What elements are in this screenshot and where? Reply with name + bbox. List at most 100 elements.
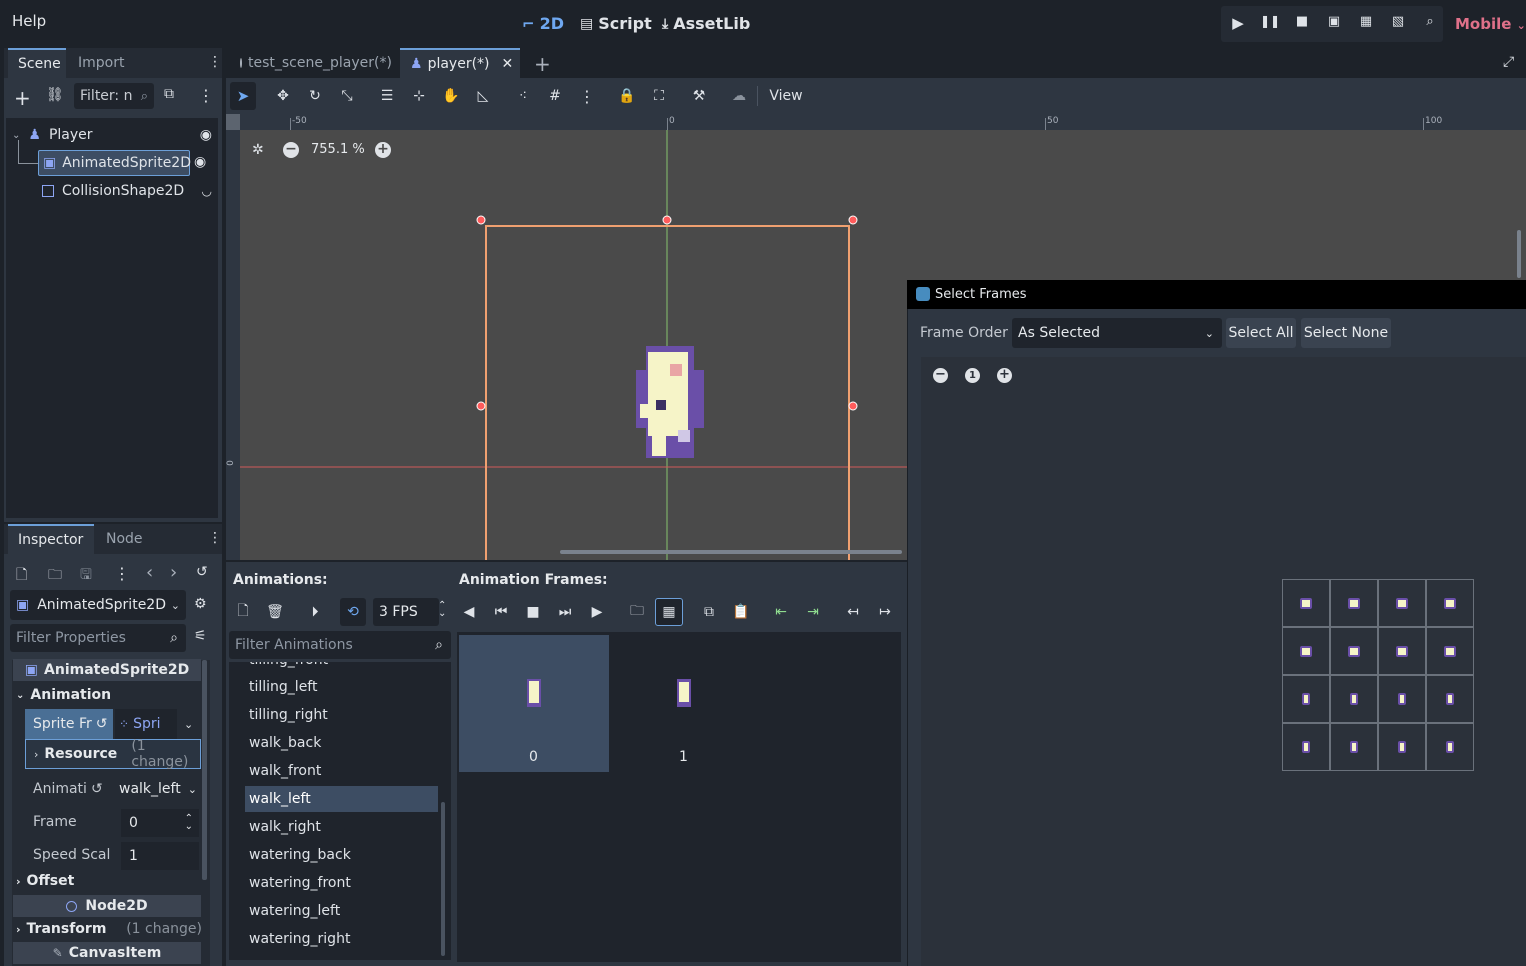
pause-icon[interactable]: ❚❚ (1260, 14, 1280, 28)
spritesheet-frame-cell[interactable] (1426, 627, 1474, 675)
visibility-hidden-icon[interactable]: ◡ (202, 184, 212, 198)
workspace-2d-button[interactable]: ⌐ 2D (522, 14, 564, 33)
spritesheet-frame-cell[interactable] (1282, 675, 1330, 723)
group-icon[interactable]: ⛶ (650, 82, 668, 110)
spritesheet-frame-cell[interactable] (1282, 627, 1330, 675)
help-menu[interactable]: Help (12, 12, 46, 30)
add-animation-icon[interactable]: 🗋 (234, 598, 252, 626)
save-icon[interactable]: 🖫 (80, 564, 92, 588)
section-animation[interactable]: ⌄ Animation (16, 684, 204, 706)
animation-list-scrollbar[interactable] (441, 802, 445, 956)
instance-scene-icon[interactable]: ⧉ (164, 86, 174, 102)
skeleton-bone-icon[interactable]: ⚒ (690, 82, 708, 110)
spin-arrows-icon[interactable]: ⌃ ⌄ (185, 814, 193, 832)
smart-snap-icon[interactable]: ⁖ (514, 82, 532, 110)
list-select-icon[interactable]: ☰ (378, 82, 396, 110)
tab-import[interactable]: Import (68, 48, 134, 78)
loop-toggle[interactable]: ⟲ (340, 598, 366, 626)
tab-player[interactable]: ♟ player(*) ✕ (400, 48, 520, 78)
snap-options-icon[interactable]: ⋮ (578, 82, 596, 110)
dock-menu-icon[interactable]: ⋮ (208, 54, 222, 70)
vertical-scrollbar[interactable] (1517, 230, 1521, 278)
stop-icon[interactable]: ■ (524, 598, 542, 626)
animation-item[interactable]: walk_left (245, 786, 438, 812)
spritesheet-frame-cell[interactable] (1378, 723, 1426, 771)
play-from-start-icon[interactable]: ⏭ (556, 598, 574, 626)
visibility-eye-icon[interactable]: ◉ (194, 154, 206, 170)
pivot-mode-icon[interactable]: ⊹ (410, 82, 428, 110)
open-folder-icon[interactable]: 🗀 (48, 564, 62, 588)
play-custom-scene-icon[interactable]: ▧ (1389, 14, 1407, 29)
rotate-mode-icon[interactable]: ↻ (306, 82, 324, 110)
play-backwards-icon[interactable]: ◀ (460, 598, 478, 626)
resource-subsection[interactable]: › Resource (1 change) (25, 738, 201, 770)
select-mode-button[interactable]: ➤ (230, 82, 256, 110)
spritesheet-frame-cell[interactable] (1330, 675, 1378, 723)
tree-item-collisionshape2d[interactable]: CollisionShape2D ◡ (38, 178, 218, 204)
copy-frame-icon[interactable]: ⧉ (700, 598, 718, 626)
select-none-button[interactable]: Select None (1301, 318, 1391, 348)
play-icon[interactable]: ▶ (588, 598, 606, 626)
chevron-down-icon[interactable]: ⌄ (184, 718, 193, 731)
frame-item[interactable]: 1 (609, 635, 759, 772)
spritesheet-frame-cell[interactable] (1426, 579, 1474, 627)
history-back-icon[interactable]: ‹ (146, 562, 153, 583)
filter-properties-input[interactable]: Filter Properties ⌕ (10, 624, 186, 652)
lock-icon[interactable]: 🔒 (618, 82, 636, 110)
spin-arrows-icon[interactable]: ⌃ ⌄ (438, 601, 446, 619)
view-menu[interactable]: View (768, 82, 804, 110)
move-mode-icon[interactable]: ✥ (274, 82, 292, 110)
paste-frame-icon[interactable]: 📋 (732, 598, 750, 626)
scene-filter-input[interactable]: Filter: n ⌕ (74, 83, 154, 109)
zoom-in-icon[interactable]: + (997, 368, 1012, 383)
play-icon[interactable]: ▶ (1229, 14, 1247, 32)
animation-item-partial[interactable]: tilling_front (249, 662, 328, 668)
renderer-select[interactable]: Mobile ⌄ (1455, 15, 1526, 33)
load-frames-icon[interactable]: 🗀 (628, 598, 646, 626)
frame-spinbox[interactable]: 0 ⌃ ⌄ (121, 809, 199, 837)
more-icon[interactable]: ⋮ (114, 564, 130, 583)
animation-item[interactable]: walk_right (245, 814, 438, 840)
play-backwards-from-start-icon[interactable]: ⏮ (492, 598, 510, 626)
tab-inspector[interactable]: Inspector (8, 524, 94, 554)
remote-debug-icon[interactable]: ▣ (1325, 14, 1343, 29)
delete-animation-icon[interactable]: 🗑 (266, 598, 284, 626)
animation-item[interactable]: tilling_left (245, 674, 438, 700)
scene-menu-icon[interactable]: ⋮ (198, 86, 214, 105)
spritesheet-frame-cell[interactable] (1378, 579, 1426, 627)
add-tab-icon[interactable]: + (534, 52, 551, 76)
animation-item[interactable]: walk_back (245, 730, 438, 756)
zoom-out-icon[interactable]: − (933, 368, 948, 383)
add-node-icon[interactable]: + (14, 86, 31, 110)
select-all-button[interactable]: Select All (1226, 318, 1296, 348)
spritesheet-frame-cell[interactable] (1378, 675, 1426, 723)
animation-item[interactable]: watering_front (245, 870, 438, 896)
zoom-level[interactable]: 755.1 % (311, 142, 365, 157)
movie-maker-icon[interactable]: ⌕ (1421, 14, 1439, 29)
scale-mode-icon[interactable]: ⤡ (338, 82, 356, 110)
spritesheet-frame-cell[interactable] (1282, 723, 1330, 771)
center-view-icon[interactable]: ✲ (252, 142, 264, 158)
horizontal-scrollbar[interactable] (560, 550, 902, 554)
zoom-reset-icon[interactable]: 1 (965, 368, 980, 383)
pan-mode-icon[interactable]: ✋ (442, 82, 460, 110)
animation-select[interactable]: walk_left ⌄ (115, 774, 201, 804)
animation-item[interactable]: watering_right (245, 926, 438, 952)
add-from-spritesheet-button[interactable]: ▦ (655, 598, 683, 626)
tab-test-scene-player[interactable]: test_scene_player(*) (230, 48, 400, 78)
stop-icon[interactable]: ■ (1293, 14, 1311, 29)
ruler-mode-icon[interactable]: ◺ (474, 82, 492, 110)
visibility-eye-icon[interactable]: ◉ (200, 127, 212, 143)
spritesheet-frame-cell[interactable] (1330, 579, 1378, 627)
play-scene-icon[interactable]: ▦ (1357, 14, 1375, 29)
workspace-script-button[interactable]: ▤ Script (580, 14, 652, 33)
distraction-free-icon[interactable]: ⤢ (1503, 54, 1514, 70)
workspace-assetlib-button[interactable]: ⤓ AssetLib (662, 14, 750, 33)
insert-after-icon[interactable]: ⇥ (804, 598, 822, 626)
spritesheet-frame-cell[interactable] (1330, 723, 1378, 771)
inspector-node-select[interactable]: ▣ AnimatedSprite2D ⌄ (10, 590, 186, 620)
tab-node[interactable]: Node (96, 524, 153, 554)
sprite-frames-resource-picker[interactable]: ⁘ Spri (115, 709, 177, 739)
spritesheet-frame-cell[interactable] (1330, 627, 1378, 675)
tab-scene[interactable]: Scene (8, 48, 66, 78)
